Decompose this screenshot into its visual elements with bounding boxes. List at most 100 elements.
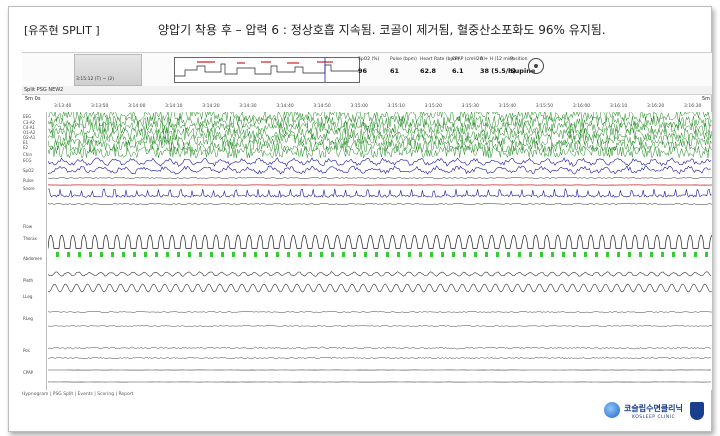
- breath-marker: [617, 252, 620, 257]
- body-position-icon: [528, 58, 544, 74]
- eeg-trace: [48, 115, 712, 129]
- breath-marker: [507, 252, 510, 257]
- channel-label: CPAP: [23, 370, 34, 375]
- breath-marker: [254, 252, 257, 257]
- breath-marker: [243, 252, 246, 257]
- breath-marker: [56, 252, 59, 257]
- breath-marker: [584, 252, 587, 257]
- time-tick: 3:14:10: [165, 104, 183, 109]
- breath-marker: [122, 252, 125, 257]
- breath-marker: [463, 252, 466, 257]
- breath-marker: [210, 252, 213, 257]
- time-tick: 3:15:40: [498, 104, 517, 109]
- channel-label: E2: [23, 145, 29, 150]
- chin-trace: [48, 177, 712, 179]
- clinic-logo-icon: [604, 402, 620, 418]
- leg-trace: [48, 346, 712, 350]
- channel-label: Thorax: [23, 236, 37, 241]
- breath-marker: [287, 252, 290, 257]
- breath-marker: [683, 252, 686, 257]
- breath-marker: [386, 252, 389, 257]
- slide-caption: 양압기 착용 후 – 압력 6 : 정상호흡 지속됨. 코골이 제거됨, 혈중산…: [158, 23, 606, 37]
- breath-marker: [419, 252, 422, 257]
- abdomen-trace: [48, 283, 712, 293]
- breath-marker: [364, 252, 367, 257]
- eog-trace: [48, 165, 712, 175]
- breath-marker: [309, 252, 312, 257]
- vital-pulse: Pulse (bpm) 61: [390, 57, 417, 75]
- breath-marker: [705, 252, 708, 257]
- breath-marker: [430, 252, 433, 257]
- breath-marker: [485, 252, 488, 257]
- epoch-start: 5m 0s: [25, 96, 41, 102]
- breath-marker: [199, 252, 202, 257]
- breath-marker: [628, 252, 631, 257]
- ecg-trace: [48, 187, 712, 198]
- time-tick: 3:14:20: [202, 104, 220, 109]
- breath-marker: [452, 252, 455, 257]
- channel-label: Pos: [23, 348, 30, 353]
- time-tick: 3:15:50: [535, 104, 554, 109]
- breath-marker: [529, 252, 532, 257]
- video-time-label: 3:15:12 (T) ~ (2): [76, 77, 115, 82]
- breath-marker: [320, 252, 323, 257]
- psg-header-panel: 3:15:12 (T) ~ (2) SpO2 (%) 96 Pulse (bpm…: [22, 52, 712, 88]
- breath-marker: [331, 252, 334, 257]
- leg-trace: [48, 325, 712, 327]
- montage-name[interactable]: Split PSG NEW2: [24, 87, 63, 93]
- time-tick: 3:16:10: [609, 104, 628, 109]
- time-tick: 3:15:30: [461, 104, 479, 109]
- breath-marker: [650, 252, 653, 257]
- breath-marker: [694, 252, 697, 257]
- montage-bar[interactable]: Split PSG NEW2: [22, 86, 712, 95]
- breath-marker: [496, 252, 499, 257]
- pos-trace: [48, 356, 712, 360]
- breath-marker: [342, 252, 345, 257]
- breath-marker: [562, 252, 565, 257]
- breath-marker: [397, 252, 400, 257]
- vital-spo2-label: SpO2 (%): [358, 57, 380, 62]
- time-tick: 3:16:20: [646, 104, 665, 109]
- channel-label: Abdomen: [23, 256, 43, 261]
- channel-label: Pulse: [23, 178, 34, 183]
- breath-marker: [144, 252, 147, 257]
- clinic-emblem-icon: [690, 402, 704, 420]
- breath-marker: [133, 252, 136, 257]
- breath-marker: [111, 252, 114, 257]
- time-tick: 3:14:40: [276, 104, 294, 109]
- breath-marker: [441, 252, 444, 257]
- signal-traces-area[interactable]: EEG C3-A2 C4-A1 O1-A2 O2-A1 E1 E2 Chin ECG SpO2 Pu…: [22, 112, 712, 390]
- pleth-trace: [48, 311, 712, 313]
- hypnogram-overview[interactable]: [174, 57, 360, 83]
- breath-marker: [353, 252, 356, 257]
- breath-marker: [155, 252, 158, 257]
- time-tick: 3:13:40: [54, 104, 72, 109]
- thorax-trace: [48, 271, 712, 277]
- channel-label: EEG: [23, 114, 32, 119]
- breath-marker: [573, 252, 576, 257]
- channel-label: Snore: [23, 186, 35, 191]
- channel-label: Chin: [23, 152, 32, 157]
- time-tick: 3:13:50: [91, 104, 109, 109]
- epoch-bar: 5m 0s 5m: [22, 95, 712, 103]
- breath-marker: [672, 252, 675, 257]
- channel-label: LLeg: [23, 294, 33, 299]
- signal-traces: [48, 112, 712, 383]
- clinic-logo: 코슬립수면클리닉 KOSLEEP CLINIC: [604, 400, 708, 426]
- vital-position-label: Position: [510, 57, 528, 62]
- vital-spo2: SpO2 (%) 96: [358, 57, 379, 75]
- time-tick: 3:15:10: [387, 104, 405, 109]
- time-tick: 3:14:50: [313, 104, 331, 109]
- status-bar: Hypnogram | PSG Split | Events | Scoring…: [22, 392, 134, 397]
- channel-label: SpO2: [23, 168, 34, 173]
- breath-marker: [661, 252, 664, 257]
- time-tick: 3:14:00: [128, 104, 146, 109]
- breath-marker: [221, 252, 224, 257]
- breath-marker: [67, 252, 70, 257]
- breath-marker: [100, 252, 103, 257]
- channel-label: Pleth: [23, 278, 34, 283]
- time-tick: 3:15:20: [424, 104, 442, 109]
- breath-marker: [551, 252, 554, 257]
- time-tick: 3:15:00: [350, 104, 368, 109]
- breath-marker: [232, 252, 235, 257]
